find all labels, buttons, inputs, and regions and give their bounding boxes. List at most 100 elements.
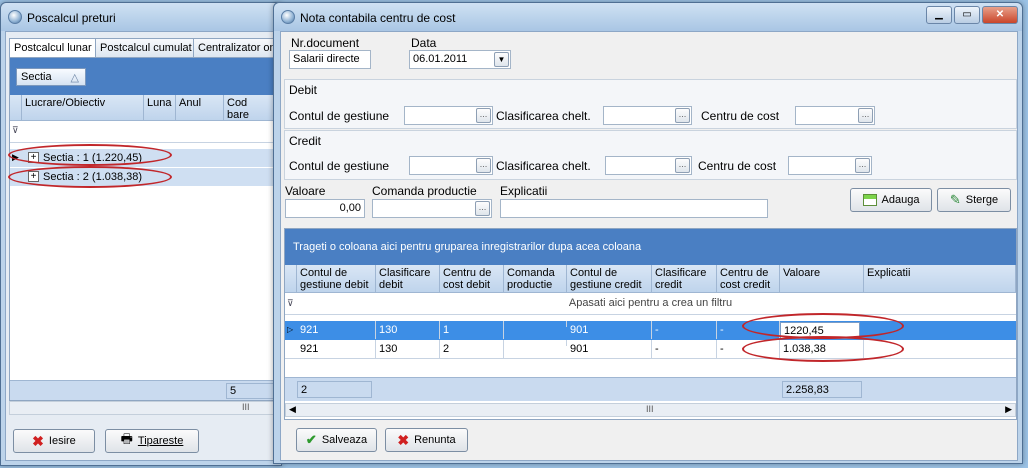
credit-cont-gestiune-lookup[interactable]: …: [409, 156, 493, 175]
current-row-icon: ▷: [287, 325, 294, 334]
col-centru-cost-credit[interactable]: Centru de cost credit: [717, 265, 780, 293]
cell-clasificare-credit[interactable]: -: [652, 340, 717, 358]
save-button-label: Salveaza: [321, 434, 368, 446]
table-row[interactable]: ▷ 921 130 1 901 - - 1220,45: [285, 321, 1016, 340]
cell-comanda-productie[interactable]: [504, 321, 567, 327]
col-explicatii[interactable]: Explicatii: [864, 265, 1016, 293]
group-by-panel[interactable]: Trageti o coloana aici pentru gruparea i…: [285, 229, 1016, 265]
cell-cont-gestiune-credit[interactable]: 901: [567, 321, 652, 339]
credit-group: Credit Contul de gestiune … Clasificarea…: [284, 130, 1017, 180]
filter-row[interactable]: ⊽ Apasati aici pentru a crea un filtru: [285, 293, 1016, 315]
cell-cont-gestiune-debit[interactable]: 921: [297, 321, 376, 339]
close-button[interactable]: ✕: [982, 6, 1018, 24]
credit-centru-cost-lookup[interactable]: …: [788, 156, 872, 175]
cell-clasificare-debit[interactable]: 130: [376, 321, 440, 339]
title-bar[interactable]: Poscalcul preturi: [1, 3, 281, 31]
tab-centralizator[interactable]: Centralizator on: [193, 38, 277, 57]
cell-cont-gestiune-debit[interactable]: 921: [297, 340, 376, 358]
delete-button[interactable]: ✎ Sterge: [937, 188, 1011, 212]
tab-postcalcul-lunar[interactable]: Postcalcul lunar: [9, 38, 97, 57]
ellipsis-icon[interactable]: …: [855, 158, 870, 173]
explicatii-input[interactable]: [500, 199, 768, 218]
footer-row: 5: [10, 380, 276, 400]
data-value: 06.01.2011: [413, 53, 468, 65]
title-bar[interactable]: Nota contabila centru de cost ▁ ▭ ✕: [274, 3, 1022, 31]
debit-cont-gestiune-label: Contul de gestiune: [289, 109, 390, 123]
credit-clasificarea-lookup[interactable]: …: [605, 156, 692, 175]
exit-button[interactable]: ✖ Iesire: [13, 429, 95, 453]
ellipsis-icon[interactable]: …: [476, 108, 491, 123]
debit-clasificarea-lookup[interactable]: …: [603, 106, 692, 125]
group-chip-sectia[interactable]: Sectia △: [16, 68, 86, 86]
debit-centru-cost-lookup[interactable]: …: [795, 106, 875, 125]
col-cont-gestiune-credit[interactable]: Contul de gestiune credit: [567, 265, 652, 293]
col-cont-gestiune-debit[interactable]: Contul de gestiune debit: [297, 265, 376, 293]
app-icon: [281, 10, 295, 24]
comanda-productie-lookup[interactable]: …: [372, 199, 492, 218]
delete-button-label: Sterge: [965, 194, 999, 206]
maximize-button[interactable]: ▭: [954, 6, 980, 24]
nr-document-label: Nr.document: [291, 36, 360, 50]
filter-icon: ⊽: [12, 125, 19, 135]
dialog-title: Nota contabila centru de cost: [300, 11, 456, 25]
debit-cont-gestiune-lookup[interactable]: …: [404, 106, 493, 125]
ellipsis-icon[interactable]: …: [475, 201, 490, 216]
data-input[interactable]: 06.01.2011 ▼: [409, 50, 511, 69]
col-comanda-productie[interactable]: Comanda productie: [504, 265, 567, 293]
credit-cont-gestiune-label: Contul de gestiune: [289, 159, 390, 173]
ellipsis-icon[interactable]: …: [858, 108, 873, 123]
cell-comanda-productie[interactable]: [504, 340, 567, 346]
col-cod-bare[interactable]: Cod bare: [224, 95, 276, 121]
save-button[interactable]: ✔ Salveaza: [296, 428, 377, 452]
col-clasificare-credit[interactable]: Clasificare credit: [652, 265, 717, 293]
cell-cont-gestiune-credit[interactable]: 901: [567, 340, 652, 358]
scroll-grip-icon: III: [646, 404, 654, 414]
scroll-left-icon[interactable]: ◀: [289, 404, 296, 415]
table-row[interactable]: 921 130 2 901 - - 1.038,38: [285, 340, 1016, 359]
calendar-dropdown-icon[interactable]: ▼: [494, 52, 509, 67]
col-centru-cost-debit[interactable]: Centru de cost debit: [440, 265, 504, 293]
annotation-oval-1: [8, 144, 172, 166]
cell-centru-cost-debit[interactable]: 2: [440, 340, 504, 358]
nota-contabila-dialog: Nota contabila centru de cost ▁ ▭ ✕ Nr.d…: [273, 2, 1023, 464]
col-clasificare-debit[interactable]: Clasificare debit: [376, 265, 440, 293]
horizontal-scrollbar[interactable]: ◀ III ▶: [285, 403, 1016, 417]
group-chip-label: Sectia: [21, 71, 52, 83]
horizontal-scrollbar[interactable]: III: [9, 401, 277, 415]
print-button[interactable]: 🖶 Tipareste: [105, 429, 199, 453]
filter-row[interactable]: ⊽: [10, 121, 276, 143]
debit-group: Debit Contul de gestiune … Clasificarea …: [284, 79, 1017, 129]
annotation-oval-2: [8, 166, 172, 188]
group-by-panel[interactable]: Sectia △: [10, 58, 276, 95]
cancel-button[interactable]: ✖ Renunta: [385, 428, 468, 452]
close-x-icon: ✖: [397, 431, 410, 448]
cancel-button-label: Renunta: [414, 434, 456, 446]
col-anul[interactable]: Anul: [176, 95, 224, 121]
cell-centru-cost-debit[interactable]: 1: [440, 321, 504, 339]
tab-postcalcul-cumulat[interactable]: Postcalcul cumulat: [95, 38, 197, 57]
add-button[interactable]: Adauga: [850, 188, 932, 212]
explicatii-label: Explicatii: [500, 184, 548, 198]
app-icon: [8, 10, 22, 24]
grid-container: Sectia △ Lucrare/Obiectiv Luna Anul Cod …: [9, 57, 277, 401]
valoare-input[interactable]: 0,00: [285, 199, 365, 218]
cell-clasificare-debit[interactable]: 130: [376, 340, 440, 358]
footer-count-cell: 5: [226, 383, 274, 399]
ellipsis-icon[interactable]: …: [675, 158, 690, 173]
print-button-label: Tipareste: [137, 435, 184, 447]
group-panel-text: Trageti o coloana aici pentru gruparea i…: [293, 241, 642, 253]
cell-clasificare-credit[interactable]: -: [652, 321, 717, 339]
sort-asc-icon: △: [70, 72, 79, 84]
col-valoare[interactable]: Valoare: [780, 265, 864, 293]
col-lucrare[interactable]: Lucrare/Obiectiv: [22, 95, 144, 121]
filter-row-text: Apasati aici pentru a crea un filtru: [568, 297, 733, 309]
valoare-label: Valoare: [285, 184, 326, 198]
ellipsis-icon[interactable]: …: [675, 108, 690, 123]
minimize-button[interactable]: ▁: [926, 6, 952, 24]
col-luna[interactable]: Luna: [144, 95, 176, 121]
scroll-right-icon[interactable]: ▶: [1005, 404, 1012, 415]
ellipsis-icon[interactable]: …: [476, 158, 491, 173]
debit-centru-cost-label: Centru de cost: [701, 109, 780, 123]
credit-label: Credit: [289, 134, 322, 148]
nr-document-input[interactable]: Salarii directe: [289, 50, 371, 69]
